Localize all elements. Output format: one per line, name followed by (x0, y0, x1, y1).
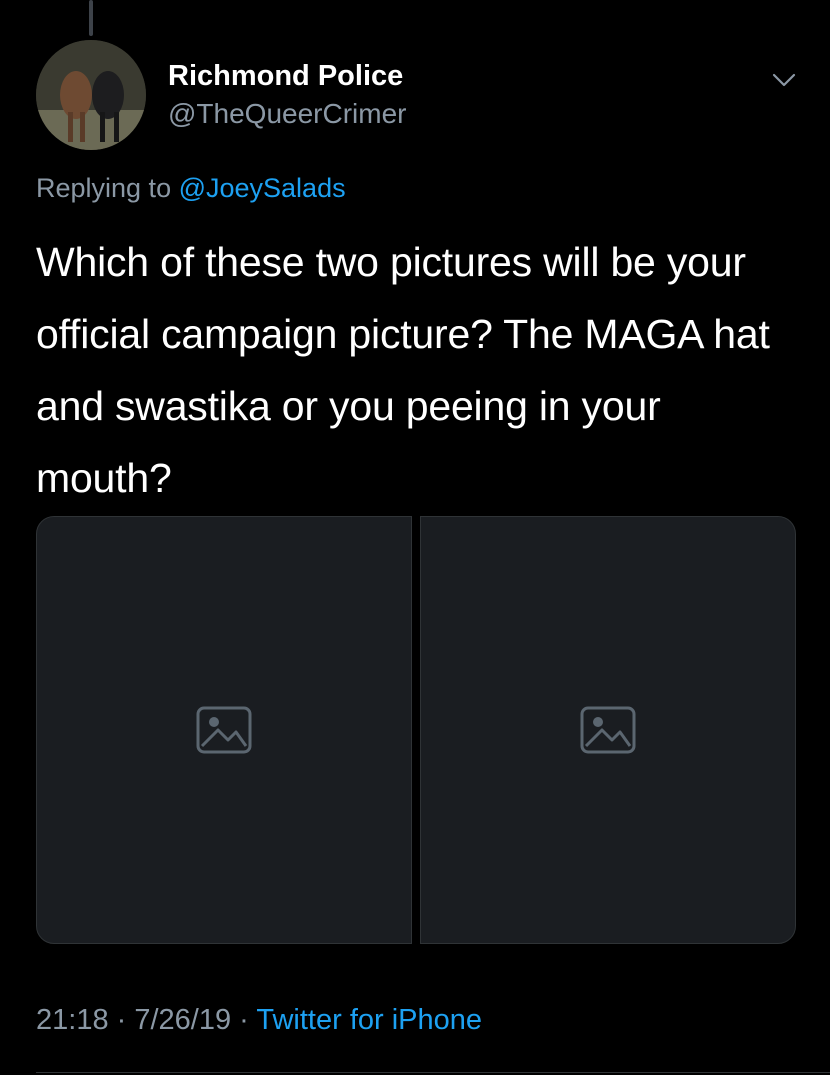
chevron-down-icon[interactable] (772, 72, 796, 88)
thread-connector-line (89, 0, 93, 36)
tweet-date[interactable]: 7/26/19 (134, 1004, 231, 1036)
divider (36, 1072, 830, 1073)
tweet-time[interactable]: 21:18 (36, 1004, 109, 1036)
tweet-metadata: 21:18 · 7/26/19 · Twitter for iPhone (36, 1000, 482, 1040)
tweet-source-link[interactable]: Twitter for iPhone (256, 1004, 482, 1036)
tweet-text: Which of these two pictures will be your… (36, 239, 770, 501)
image-icon (580, 706, 636, 754)
metadata-separator: · (231, 1004, 257, 1036)
reply-mention-link[interactable]: @JoeySalads (179, 173, 346, 203)
author-display-name[interactable]: Richmond Police (168, 58, 406, 94)
tweet-author[interactable]: Richmond Police @TheQueerCrimer (168, 58, 406, 132)
reply-prefix: Replying to (36, 173, 179, 203)
avatar-image (36, 40, 146, 150)
metadata-separator: · (108, 1004, 135, 1036)
author-handle[interactable]: @TheQueerCrimer (168, 96, 406, 132)
tweet-media-1[interactable] (36, 516, 412, 944)
avatar[interactable] (36, 40, 146, 150)
image-icon (196, 706, 252, 754)
tweet-media-2[interactable] (420, 516, 796, 944)
reply-context: Replying to @JoeySalads (36, 170, 346, 206)
